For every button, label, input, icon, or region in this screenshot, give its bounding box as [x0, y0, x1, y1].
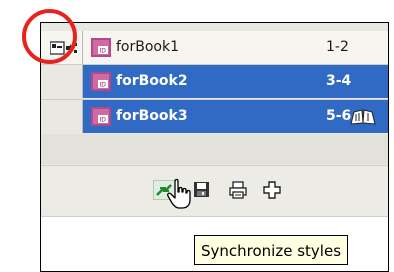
svg-text:ID: ID: [100, 82, 107, 89]
save-book-icon[interactable]: [191, 180, 213, 200]
style-source-cell[interactable]: [41, 100, 83, 133]
hand-cursor-icon: [167, 178, 191, 209]
page-range: 5-6: [326, 108, 352, 124]
style-source-cell[interactable]: [41, 65, 83, 98]
book-name: forBook3: [116, 108, 188, 124]
book-name: forBook2: [116, 73, 188, 89]
indesign-document-icon: ID: [91, 38, 111, 57]
indesign-document-icon: ID: [91, 72, 111, 91]
print-book-icon[interactable]: [227, 180, 249, 200]
page-range: 1-2: [326, 39, 349, 55]
indesign-document-icon: ID: [91, 107, 111, 126]
add-document-icon[interactable]: [261, 180, 283, 200]
tooltip: Synchronize styles: [194, 235, 349, 265]
open-document-icon: [350, 109, 376, 125]
svg-text:ID: ID: [100, 117, 107, 124]
book-name: forBook1: [116, 39, 179, 55]
book-row-forbook2[interactable]: ID forBook2 3-4: [41, 65, 388, 98]
annotation-circle: [22, 9, 77, 64]
empty-list-area: [41, 134, 388, 164]
panel-toolbar: [41, 165, 388, 215]
book-row-forbook1[interactable]: ID forBook1 1-2: [41, 31, 388, 64]
svg-text:ID: ID: [100, 48, 107, 55]
book-row-forbook3[interactable]: ID forBook3 5-6: [41, 100, 388, 133]
page-range: 3-4: [326, 73, 352, 89]
